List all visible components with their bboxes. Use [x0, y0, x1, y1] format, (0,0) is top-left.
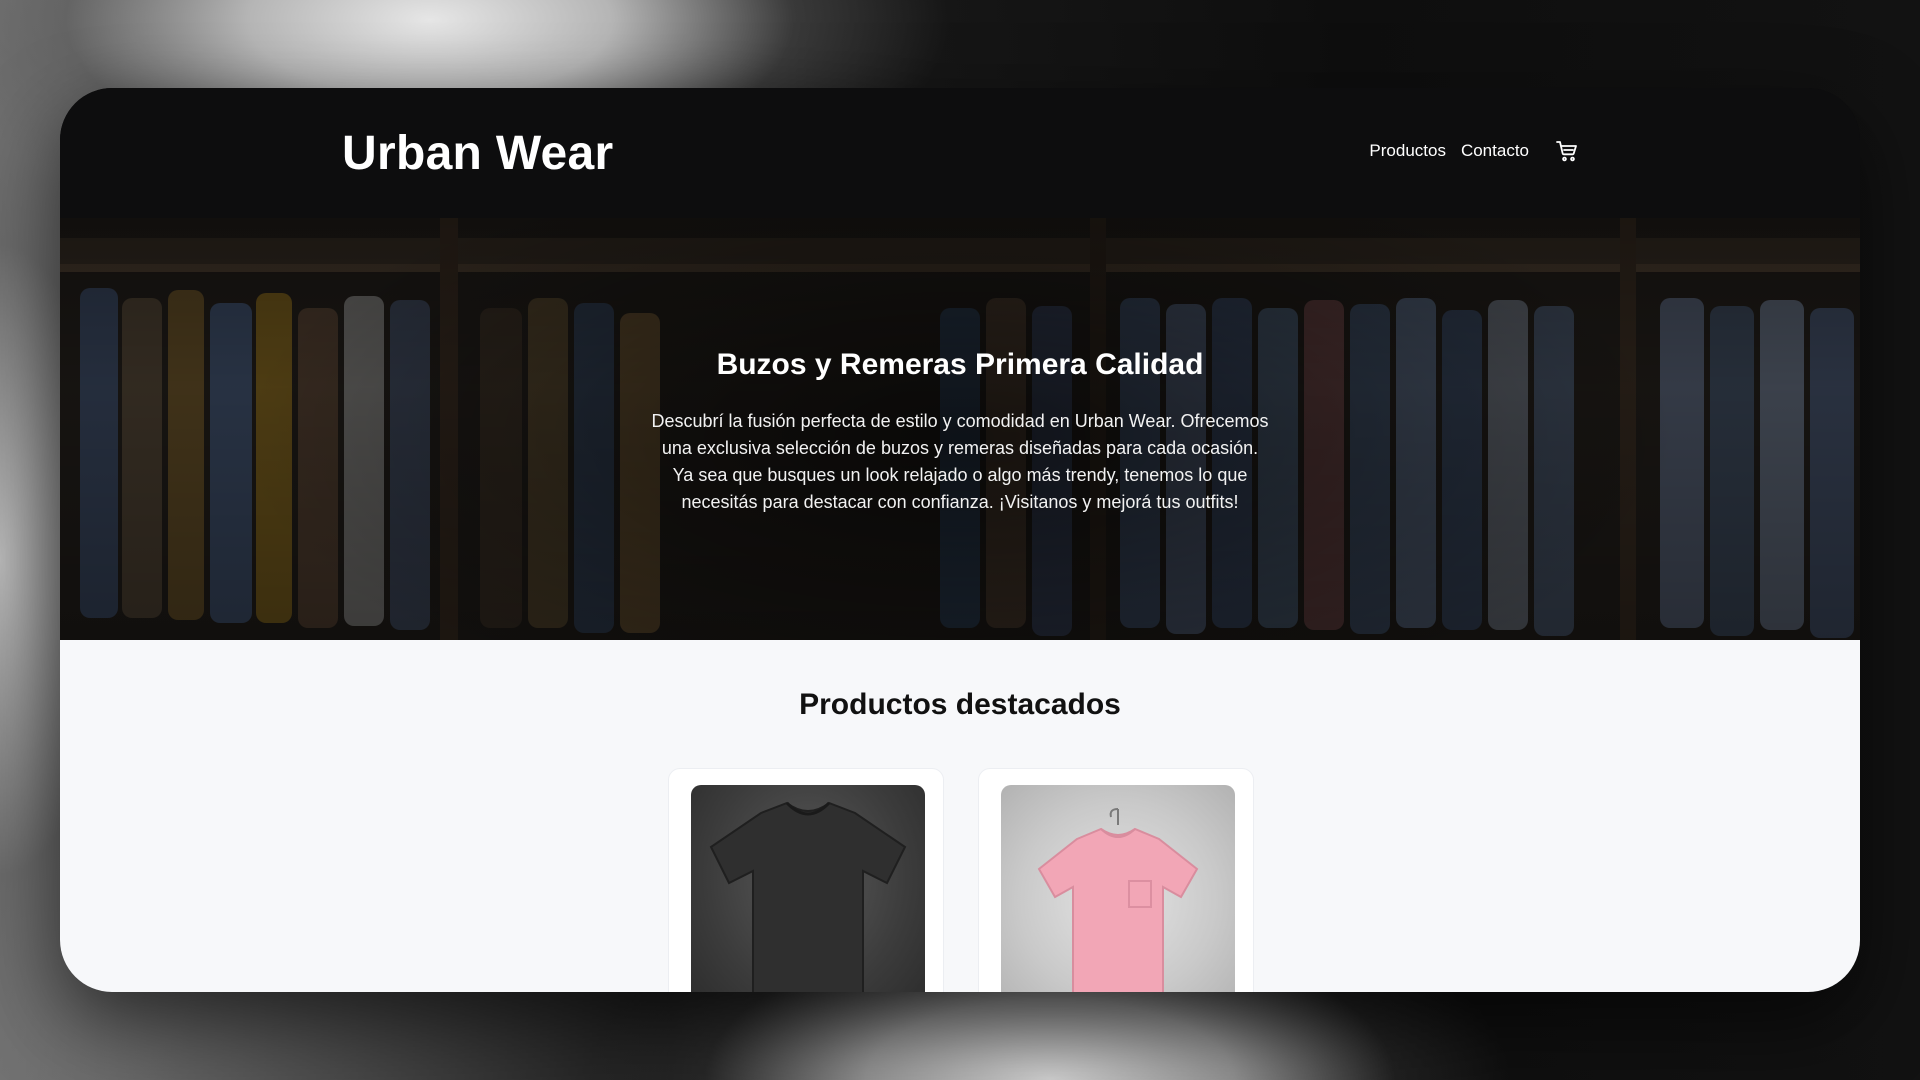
tshirt-icon: [709, 801, 907, 992]
hero-description: Descubrí la fusión perfecta de estilo y …: [620, 408, 1300, 516]
product-image-black-tshirt[interactable]: [691, 785, 925, 992]
product-card[interactable]: [668, 768, 944, 992]
browser-page: Urban Wear Productos Contacto Buzos y Re…: [60, 88, 1860, 992]
nav-link-productos[interactable]: Productos: [1369, 141, 1446, 161]
brand-logo[interactable]: Urban Wear: [342, 126, 614, 181]
main-nav: Productos Contacto: [1369, 138, 1580, 164]
hero-title: Buzos y Remeras Primera Calidad: [716, 348, 1204, 381]
site-header: Urban Wear Productos Contacto: [60, 88, 1860, 218]
hero-description-line: necesitás para destacar con confianza. ¡…: [681, 492, 1239, 512]
hero-description-line: Descubrí la fusión perfecta de estilo y …: [651, 411, 1269, 431]
nav-link-contacto[interactable]: Contacto: [1461, 141, 1529, 161]
shopping-cart-icon[interactable]: [1554, 138, 1580, 164]
product-card[interactable]: [978, 768, 1254, 992]
product-image-pink-tshirt[interactable]: [1001, 785, 1235, 992]
featured-products-title: Productos destacados: [799, 688, 1121, 721]
hero-banner: Buzos y Remeras Primera Calidad Descubrí…: [60, 218, 1860, 640]
featured-products-section: Productos destacados: [60, 640, 1860, 992]
hero-description-line: Ya sea que busques un look relajado o al…: [672, 465, 1248, 485]
tshirt-on-hanger-icon: [1037, 808, 1199, 992]
hero-description-line: una exclusiva selección de buzos y remer…: [661, 438, 1259, 458]
